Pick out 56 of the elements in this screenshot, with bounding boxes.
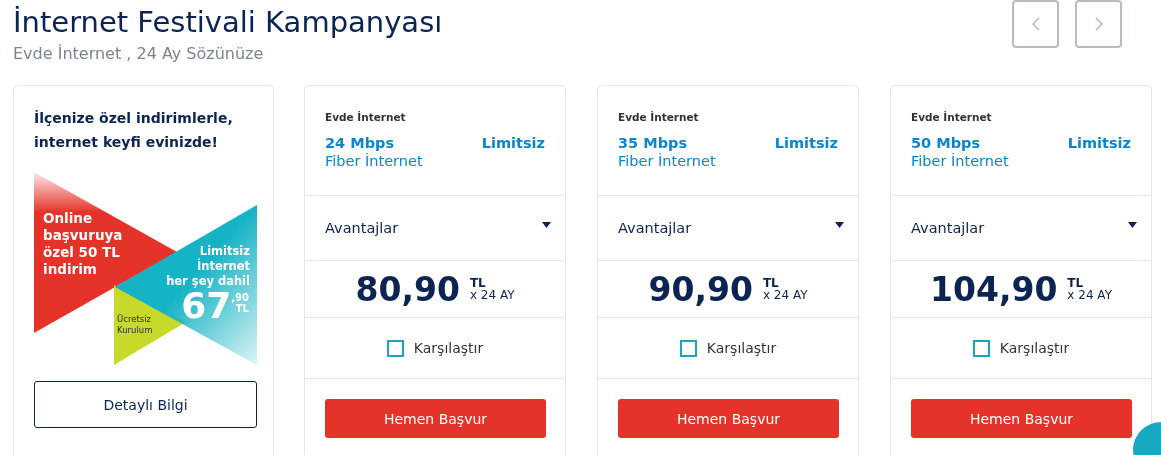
promo-price-decimal: ,90 — [231, 292, 249, 303]
price-currency: TL — [762, 277, 780, 289]
triangle-icon — [835, 222, 844, 228]
triangle-icon — [542, 222, 551, 228]
compare-checkbox[interactable] — [386, 339, 404, 357]
price-currency: TL — [469, 277, 487, 289]
plan-price: 80,90 — [355, 269, 460, 309]
compare-label: Karşılaştır — [999, 340, 1070, 356]
advantages-toggle[interactable]: Avantajlar — [891, 196, 1151, 261]
compare-checkbox[interactable] — [972, 339, 990, 357]
apply-button[interactable]: Hemen Başvur — [911, 399, 1132, 438]
offer-text: Online — [43, 210, 94, 227]
compare-label: Karşılaştır — [413, 340, 484, 356]
plan-category: Evde İnternet — [325, 111, 406, 123]
plan-category: Evde İnternet — [618, 111, 699, 123]
apply-button[interactable]: Hemen Başvur — [618, 399, 839, 438]
offer-text: özel 50 TL — [43, 244, 121, 261]
chevron-right-icon — [1094, 17, 1103, 31]
installation-text: Kurulum — [117, 325, 153, 336]
details-button[interactable]: Detaylı Bilgi — [34, 381, 257, 428]
advantages-toggle[interactable]: Avantajlar — [598, 196, 858, 261]
plan-speed: 50 Mbps — [911, 135, 981, 151]
plan-quota: Limitsiz — [481, 135, 545, 151]
plan-speed: 35 Mbps — [618, 135, 688, 151]
advantages-toggle[interactable]: Avantajlar — [305, 196, 565, 261]
promo-price: 67 — [181, 287, 232, 325]
next-button[interactable] — [1075, 0, 1122, 48]
plan-type: Fiber İnternet — [911, 153, 1009, 169]
promo-currency: TL — [235, 303, 249, 314]
plan-price: 104,90 — [930, 269, 1058, 309]
plan-category: Evde İnternet — [911, 111, 992, 123]
previous-button[interactable] — [1012, 0, 1059, 48]
offer-text: indirim — [43, 261, 98, 278]
price-term: x 24 AY — [1067, 289, 1112, 301]
price-currency: TL — [1067, 277, 1085, 289]
plan-type: Fiber İnternet — [618, 153, 716, 169]
plan-quota: Limitsiz — [1067, 135, 1131, 151]
plan-text: Limitsiz — [199, 244, 250, 258]
plan-price: 90,90 — [648, 269, 753, 309]
compare-label: Karşılaştır — [706, 340, 777, 356]
price-term: x 24 AY — [762, 289, 808, 301]
installation-text: Ücretsiz — [117, 314, 153, 325]
offer-text: başvuruya — [43, 227, 123, 244]
plan-type: Fiber İnternet — [325, 153, 423, 169]
plan-text: İnternet — [197, 259, 250, 274]
compare-checkbox[interactable] — [679, 339, 697, 357]
plan-speed: 24 Mbps — [325, 135, 395, 151]
page-subtitle: Evde İnternet , 24 Ay Sözünüze — [13, 44, 265, 63]
plan-text: her şey dahil — [166, 274, 250, 289]
plan-quota: Limitsiz — [774, 135, 838, 151]
triangle-icon — [1128, 222, 1137, 228]
price-term: x 24 AY — [469, 289, 515, 301]
page-title: İnternet Festivali Kampanyası — [13, 5, 443, 39]
apply-button[interactable]: Hemen Başvur — [325, 399, 546, 438]
promo-headline: İlçenize özel indirimlerle, internet keyfi evinizde! — [34, 109, 234, 152]
chevron-left-icon — [1031, 17, 1040, 31]
